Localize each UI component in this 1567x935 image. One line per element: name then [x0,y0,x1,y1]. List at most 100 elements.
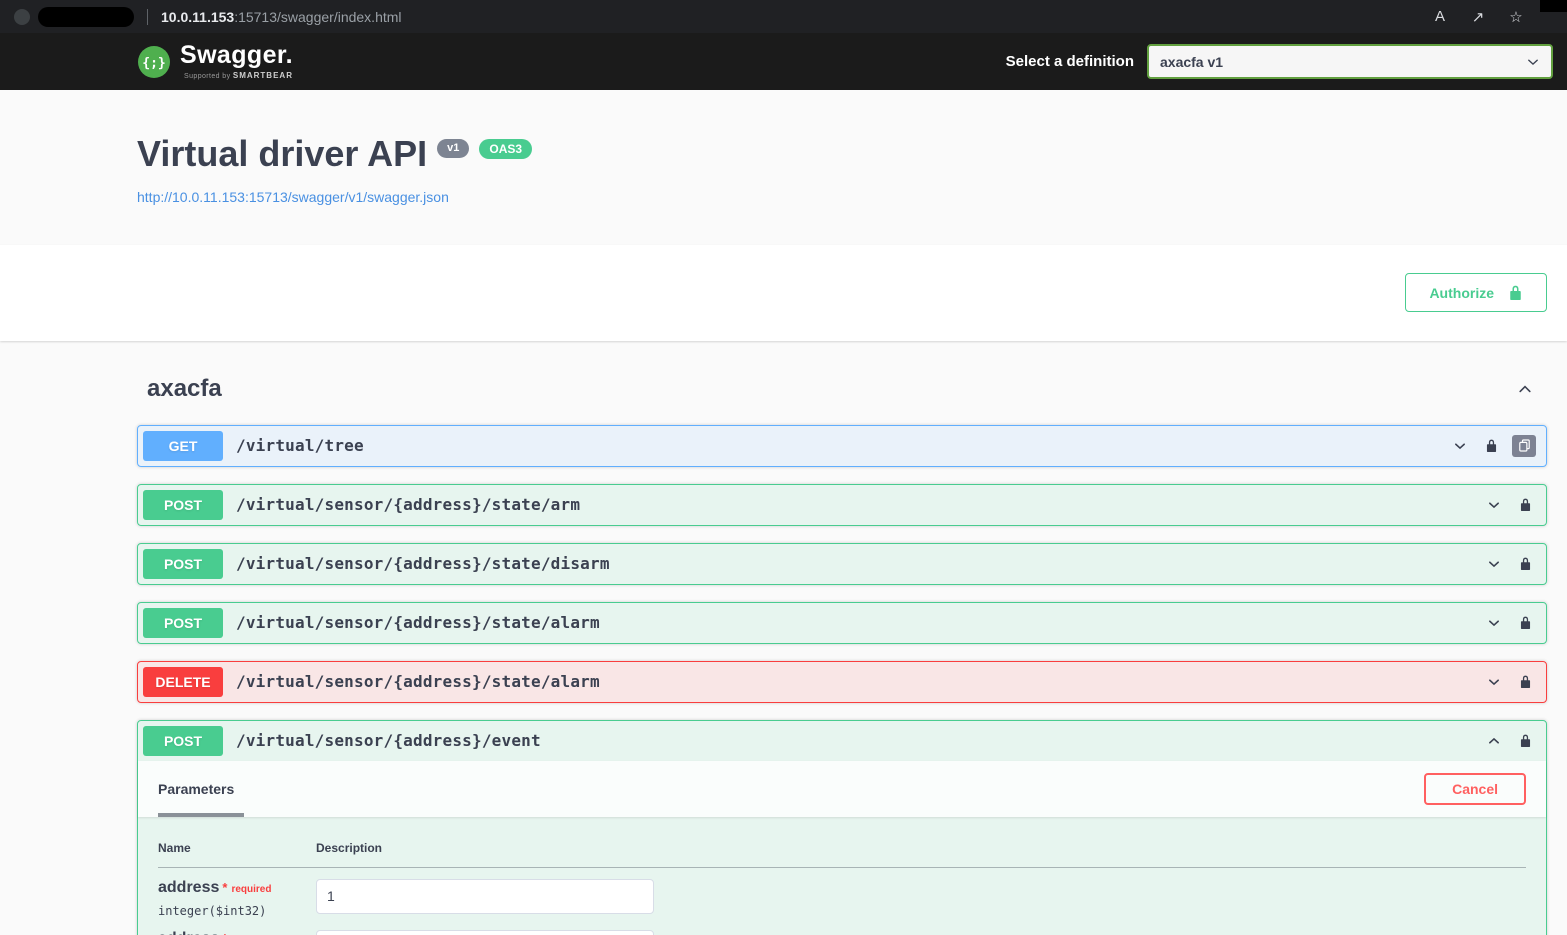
description-column-header: Description [316,833,1526,868]
redacted-tab-area [38,7,134,27]
operation-controls [1449,434,1536,457]
operation-controls [1483,611,1536,634]
authorization-button[interactable] [1515,670,1536,693]
parameter-name: address*required [158,930,316,935]
operation-path: /virtual/tree [236,436,1449,455]
browser-action-icons: A ↗ ☆ [1431,8,1525,26]
operation-post-state-alarm: POST /virtual/sensor/{address}/state/ala… [137,602,1547,644]
lock-icon [1519,615,1532,630]
chevron-down-icon [1526,55,1540,69]
svg-text:{;}: {;} [142,56,165,71]
authorization-button[interactable] [1515,493,1536,516]
parameter-name-cell: address*required integer($int32) [158,867,316,919]
method-badge: POST [143,490,223,520]
method-badge: GET [143,431,223,461]
expand-operation-button[interactable] [1483,553,1505,575]
operation-controls [1483,670,1536,693]
operation-summary[interactable]: POST /virtual/sensor/{address}/state/ala… [138,603,1546,643]
url-path: :15713/swagger/index.html [234,9,401,25]
parameter-description-cell [316,919,1526,935]
swagger-brand: {;} Swagger. Supported by SMARTBEAR [137,43,293,80]
parameter-value-input[interactable] [316,879,654,914]
parameter-name-text: address [158,879,219,896]
address-bar[interactable]: 10.0.11.153:15713/swagger/index.html [161,9,1431,25]
parameters-table: Name Description address*required intege… [158,833,1526,935]
api-info-section: Virtual driver API v1 OAS3 http://10.0.1… [0,90,1567,245]
cancel-button[interactable]: Cancel [1424,773,1526,805]
operation-post-state-disarm: POST /virtual/sensor/{address}/state/dis… [137,543,1547,585]
operation-summary[interactable]: POST /virtual/sensor/{address}/event [138,721,1546,761]
chevron-up-icon [1487,734,1501,748]
browser-toolbar: 10.0.11.153:15713/swagger/index.html A ↗… [0,0,1567,33]
expand-operation-button[interactable] [1449,435,1471,457]
scheme-container: Authorize [0,245,1567,341]
collapse-operation-button[interactable] [1483,730,1505,752]
authorize-button[interactable]: Authorize [1405,273,1547,312]
operation-controls [1483,493,1536,516]
operation-body: Parameters Cancel Name Description [138,761,1546,935]
method-badge: DELETE [143,667,223,697]
select-definition-label: Select a definition [1006,53,1134,70]
version-badge: v1 [437,139,469,158]
chevron-down-icon [1487,498,1501,512]
operation-path: /virtual/sensor/{address}/state/arm [236,495,1483,514]
parameter-description-cell [316,867,1526,919]
parameter-value-input[interactable] [316,930,654,935]
favorite-star-icon[interactable]: ☆ [1507,8,1525,26]
parameter-name-cell: address*required integer($int32) [158,919,316,935]
parameters-title: Parameters [158,781,234,797]
operation-post-state-arm: POST /virtual/sensor/{address}/state/arm [137,484,1547,526]
operation-path: /virtual/sensor/{address}/event [236,731,1483,750]
expand-operation-button[interactable] [1483,671,1505,693]
translate-icon[interactable]: A [1431,8,1449,26]
operation-summary[interactable]: POST /virtual/sensor/{address}/state/arm [138,485,1546,525]
expand-operation-button[interactable] [1483,494,1505,516]
share-icon[interactable]: ↗ [1469,8,1487,26]
chevron-down-icon [1487,557,1501,571]
operation-summary[interactable]: POST /virtual/sensor/{address}/state/dis… [138,544,1546,584]
chevron-down-icon [1487,616,1501,630]
parameters-header-row: Name Description [158,833,1526,868]
address-bar-divider [147,9,148,25]
definition-select[interactable]: axacfa v1 [1147,44,1553,79]
lock-icon [1519,733,1532,748]
page-title: Virtual driver API v1 OAS3 [137,134,1430,174]
authorization-button[interactable] [1481,434,1502,457]
lock-icon [1519,674,1532,689]
operation-delete-state-alarm: DELETE /virtual/sensor/{address}/state/a… [137,661,1547,703]
copy-path-button[interactable] [1512,435,1536,457]
tag-section-header[interactable]: axacfa [137,365,1547,413]
chevron-down-icon [1487,675,1501,689]
spec-url-link[interactable]: http://10.0.11.153:15713/swagger/v1/swag… [137,189,449,205]
parameter-name-text: address [158,930,219,935]
operation-path: /virtual/sensor/{address}/state/alarm [236,672,1483,691]
smartbear-label: SMARTBEAR [233,71,293,80]
method-badge: POST [143,549,223,579]
lock-icon [1508,284,1523,301]
brand-name: Swagger. [180,43,293,68]
swagger-topbar: {;} Swagger. Supported by SMARTBEAR Sele… [0,33,1567,90]
collapse-tag-button[interactable] [1513,377,1537,401]
authorization-button[interactable] [1515,729,1536,752]
parameter-type: integer($int32) [158,904,316,918]
selected-definition: axacfa v1 [1160,54,1223,70]
operations-wrapper: axacfa GET /virtual/tree [0,365,1567,935]
parameters-section-header: Parameters Cancel [138,761,1546,817]
operation-controls [1483,552,1536,575]
operation-summary[interactable]: GET /virtual/tree [138,426,1546,466]
brand-text: Swagger. Supported by SMARTBEAR [180,43,293,80]
operation-post-event: POST /virtual/sensor/{address}/event Par… [137,720,1547,935]
expand-operation-button[interactable] [1483,612,1505,634]
operation-summary[interactable]: DELETE /virtual/sensor/{address}/state/a… [138,662,1546,702]
operation-path: /virtual/sensor/{address}/state/alarm [236,613,1483,632]
name-column-header: Name [158,833,316,868]
authorization-button[interactable] [1515,611,1536,634]
authorization-button[interactable] [1515,552,1536,575]
operation-controls [1483,729,1536,752]
required-marker: * [222,880,227,895]
extension-icon[interactable] [14,9,30,25]
chevron-down-icon [1453,439,1467,453]
method-badge: POST [143,608,223,638]
parameter-row: address*required integer($int32) [158,919,1526,935]
supported-by-label: Supported by [184,73,230,80]
